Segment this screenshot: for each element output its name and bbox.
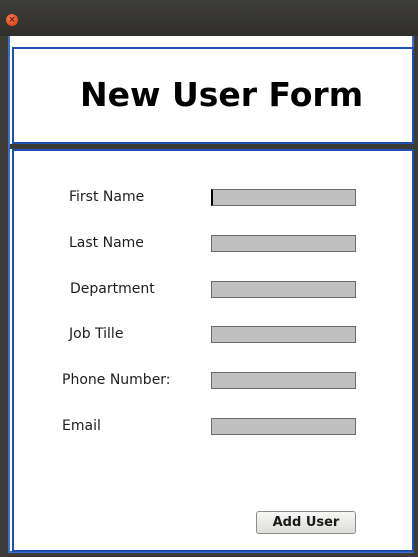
job-title-field[interactable] (211, 326, 356, 343)
close-icon[interactable]: × (6, 14, 18, 26)
department-label: Department (70, 281, 155, 297)
page-title: New User Form (80, 75, 364, 114)
phone-number-label: Phone Number: (62, 372, 171, 388)
form-panel (12, 149, 414, 552)
add-user-button[interactable]: Add User (256, 511, 356, 534)
last-name-label: Last Name (69, 235, 144, 251)
department-field[interactable] (211, 281, 356, 298)
window-titlebar[interactable]: × (0, 0, 418, 36)
phone-number-field[interactable] (211, 372, 356, 389)
header-panel: New User Form (12, 47, 414, 144)
last-name-field[interactable] (211, 235, 356, 252)
email-field[interactable] (211, 418, 356, 435)
email-label: Email (62, 418, 101, 434)
first-name-label: First Name (69, 189, 145, 205)
first-name-field[interactable] (211, 189, 356, 206)
job-title-label: Job Tille (69, 326, 124, 342)
